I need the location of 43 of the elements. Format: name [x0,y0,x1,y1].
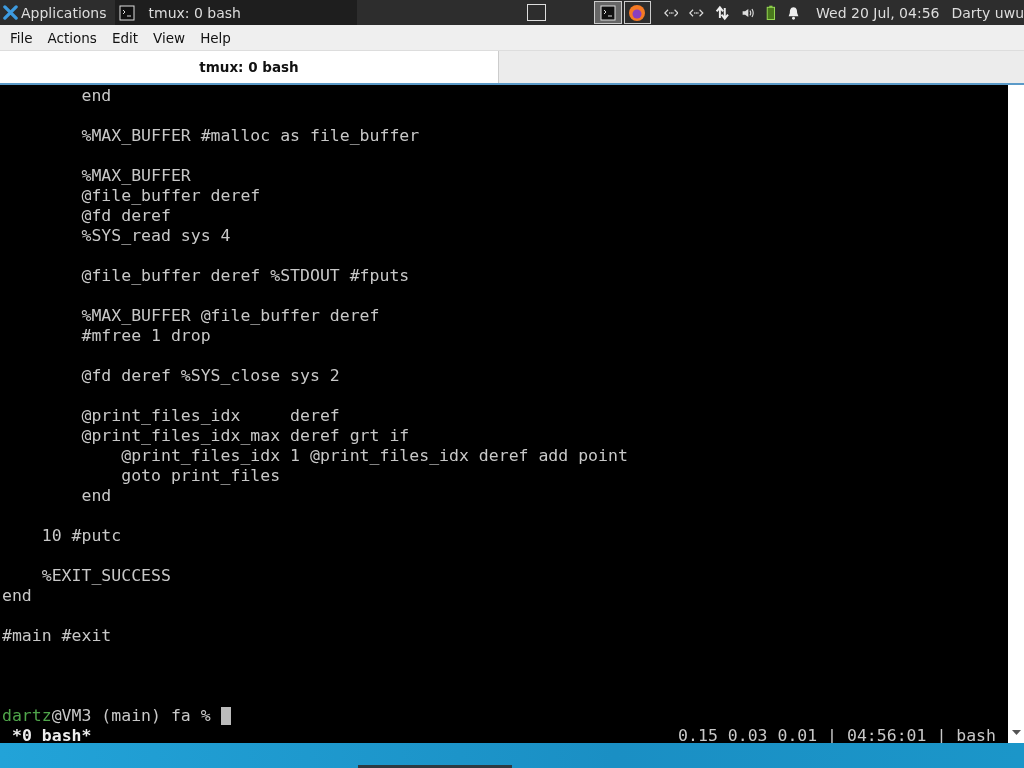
clock[interactable]: Wed 20 Jul, 04:56 [816,4,940,21]
code-line: goto print_files [120,466,281,485]
transfer-arrows-icon[interactable] [715,3,730,22]
workspace-switcher[interactable] [527,4,546,21]
code-line: end [2,586,32,605]
code-line: @print_files_idx_max deref grt if [80,426,410,445]
network-icon[interactable] [689,6,705,19]
menu-item[interactable]: Actions [47,29,97,46]
prompt-user: dartz [2,706,52,726]
code-line: %MAX_BUFFER #malloc as file_buffer [80,126,420,145]
menu-item[interactable]: View [153,29,186,46]
scroll-down-icon[interactable] [1011,730,1021,736]
prompt-text: @VM3 (main) fa % [51,706,211,726]
tmux-window: *0 bash* [2,726,92,746]
menu-item[interactable]: File [10,29,33,46]
code-line: @file_buffer deref [80,186,261,205]
code-line: @file_buffer deref %STDOUT #fputs [80,266,410,285]
code-line: #mfree 1 drop [80,326,211,345]
code-line: @fd deref %SYS_close sys 2 [80,366,340,385]
code-line: end [80,486,112,505]
menu-item[interactable]: Edit [111,29,139,46]
code-line: #main #exit [2,626,112,645]
code-line: @print_files_idx 1 @print_files_idx deref add point [120,446,628,465]
user-name[interactable]: Darty uwu [951,4,1024,21]
terminal-launcher[interactable] [594,1,622,24]
taskbar-button[interactable]: tmux: 0 bash [114,0,357,25]
code-line: end [80,86,112,105]
applications-menu[interactable]: Applications [0,0,115,25]
text-cursor [220,707,231,725]
browser-launcher[interactable] [623,1,651,24]
network-icon[interactable] [663,6,679,19]
menu-item[interactable]: Help [200,29,231,46]
code-line: @print_files_idx deref [80,406,340,425]
x-logo-icon [3,5,18,20]
code-line: %MAX_BUFFER @file_buffer deref [80,306,380,325]
terminal-icon [118,4,135,21]
code-line: %SYS_read sys 4 [80,226,231,245]
code-line: 10 #putc [40,526,122,545]
code-line: %MAX_BUFFER [80,166,191,185]
scrollbar[interactable] [1008,85,1024,743]
terminal-tab[interactable]: tmux: 0 bash [0,51,499,83]
code-line: %EXIT_SUCCESS [40,566,171,585]
code-line: @fd deref [80,206,171,225]
